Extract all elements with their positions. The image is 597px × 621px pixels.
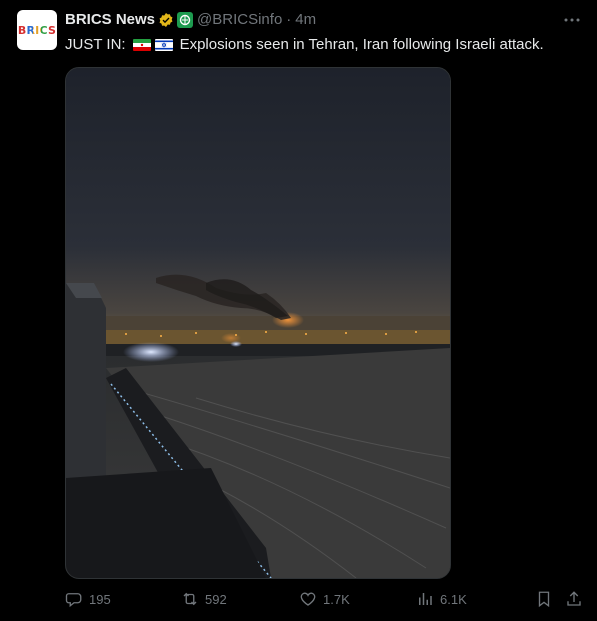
tweet-text-prefix: JUST IN: <box>65 36 126 53</box>
affiliate-icon <box>177 12 194 28</box>
author-handle[interactable]: @BRICSinfo <box>197 11 282 29</box>
repost-count: 592 <box>205 591 227 607</box>
repost-icon <box>183 592 197 606</box>
author-name[interactable]: BRICS News <box>65 11 155 29</box>
views-count: 6.1K <box>440 591 467 607</box>
views-icon <box>419 593 432 605</box>
tweet-photo[interactable] <box>65 67 451 579</box>
separator: · <box>286 11 292 28</box>
night-explosion-photo <box>66 68 450 578</box>
israel-flag-icon <box>154 39 173 51</box>
verified-icon <box>159 13 173 27</box>
like-button[interactable]: 1.7K <box>299 590 350 608</box>
tweet-text: JUST IN: Explosions seen in Tehran, Iran… <box>65 35 544 55</box>
bookmark-button[interactable] <box>535 590 559 608</box>
views-button[interactable]: 6.1K <box>416 590 467 608</box>
bookmark-icon <box>538 591 550 608</box>
avatar[interactable]: BRICS <box>17 10 57 50</box>
reply-count: 195 <box>89 591 111 607</box>
tweet-actions: 195 592 1.7K 6.1K <box>0 590 597 612</box>
more-icon[interactable] <box>563 11 581 34</box>
reply-button[interactable]: 195 <box>65 590 111 608</box>
timestamp[interactable]: 4m <box>295 11 316 29</box>
tweet-header: BRICS News @BRICSinfo · 4m <box>65 11 316 29</box>
repost-button[interactable]: 592 <box>181 590 227 608</box>
like-icon <box>300 592 316 606</box>
avatar-logo-text: BRICS <box>17 23 57 37</box>
tweet-text-body: Explosions seen in Tehran, Iran followin… <box>179 36 544 53</box>
iran-flag-icon <box>132 39 151 51</box>
like-count: 1.7K <box>323 591 350 607</box>
share-button[interactable] <box>565 590 589 608</box>
share-icon <box>567 591 581 606</box>
reply-icon <box>65 593 82 608</box>
